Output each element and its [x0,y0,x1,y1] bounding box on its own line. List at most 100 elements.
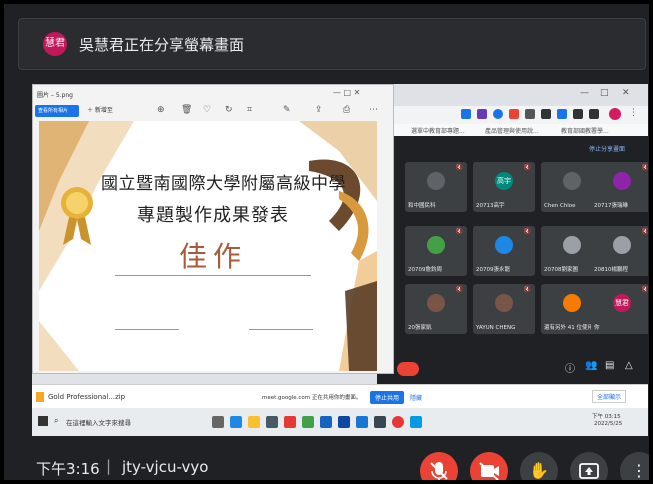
raise-hand-button[interactable]: ✋ [520,452,558,480]
extension-icon[interactable] [557,109,567,119]
profile-avatar[interactable] [609,108,621,120]
mic-muted-icon: 🔇 [523,286,531,293]
participant-name: 20709張永龍 [476,267,510,273]
participant-name: 20708劉家圖 [544,267,578,273]
meet-window: 慧君 吳慧君正在分享螢幕畫面 — □ ✕ ⋮ 選單中教育部專題... 產品管理與… [0,0,653,484]
extension-icon[interactable] [525,109,535,119]
print-icon[interactable]: ⎙ [343,105,350,115]
participant-avatar: 慧君 [613,294,631,312]
viewer-title: 圖片 – 5.png [37,92,73,99]
start-icon[interactable] [38,416,48,426]
present-button[interactable] [570,452,608,480]
download-item[interactable]: Gold Professional...zip [48,393,125,401]
info-icon[interactable]: ⓘ [565,360,575,375]
taskbar-time: 下午 03:15 [592,414,621,420]
extension-icon[interactable] [541,109,551,119]
line-icon[interactable] [302,416,314,428]
file-explorer-icon[interactable] [248,416,260,428]
participant-tile[interactable]: 🔇 20張家凱 [405,284,467,334]
taskbar-search-input[interactable]: 在這裡輸入文字來搜尋 [66,417,131,427]
more-icon[interactable]: ⋯ [369,105,378,115]
participant-tile[interactable]: 🔇 20709張永龍 [473,226,535,276]
app-icon[interactable] [374,416,386,428]
window-close-button[interactable]: ✕ [622,88,630,98]
stop-sharing-button[interactable]: 停止共用 [370,391,405,404]
task-view-icon[interactable] [212,416,224,428]
app-icon[interactable] [410,416,422,428]
present-screen-icon [579,463,599,479]
stop-share-link[interactable]: 停止分享畫面 [589,144,625,153]
add-to-label: 新增至 [94,107,113,114]
mic-muted-icon: 🔇 [642,286,648,293]
camera-off-button[interactable] [470,452,508,480]
more-vert-icon: ⋮ [631,461,647,480]
participant-tile[interactable]: 🔇 20717張瑞琳 [591,162,648,212]
name-line [115,275,311,276]
chrome-icon[interactable] [392,416,404,428]
share-icon[interactable]: ⇪ [315,105,323,115]
viewer-window-controls[interactable]: — □ ✕ [333,88,360,97]
activities-icon[interactable]: △ [625,360,633,371]
chrome-icon[interactable] [284,416,296,428]
participant-tile[interactable]: 🔇 20810楊鵬程 [591,226,648,276]
participant-tile[interactable]: 高宇 🔇 20713高宇 [473,162,535,212]
share-notice-text: meet.google.com 正在共用你的畫面。 [262,395,362,401]
participant-tile[interactable]: 🔇 和中國民科 [405,162,467,212]
app-icon[interactable] [320,416,332,428]
shared-screen: — □ ✕ ⋮ 選單中教育部專題... 產品管理與使用說... 教育部國教署學.… [32,84,648,436]
add-to-button[interactable]: ＋ 新增至 [87,105,113,114]
people-icon[interactable]: 👥 [585,360,597,371]
window-minimize-button[interactable]: — [580,88,589,98]
end-call-icon[interactable] [397,362,419,376]
meta-separator: | [106,457,112,475]
meeting-controls-bar: 下午3:16 | jty-vjcu-vyo ✋ ⋮ [4,444,649,480]
bookmark-item[interactable]: 教育部國教署學... [561,126,609,135]
photos-icon[interactable] [356,416,368,428]
participant-tile[interactable]: 🔇 YAYUN CHENG [473,284,535,334]
extension-icon[interactable] [461,109,471,119]
bookmarks-bar: 選單中教育部專題... 產品管理與使用說... 教育部國教署學... [377,124,648,136]
app-icon[interactable] [338,416,350,428]
show-all-downloads-button[interactable]: 全部顯示 [592,390,627,403]
view-all-photos-button[interactable]: 查看所有相片 [35,105,79,117]
edge-icon[interactable] [230,416,242,428]
store-icon[interactable] [266,416,278,428]
mic-muted-icon: 🔇 [523,164,531,171]
window-maximize-button[interactable]: □ [600,88,609,98]
zoom-icon[interactable]: ⊕ [157,105,165,115]
crop-icon[interactable]: ⌗ [247,105,252,115]
chat-icon[interactable]: ▤ [605,360,614,371]
participant-avatar [427,172,445,190]
extension-icon[interactable] [509,109,519,119]
participant-avatar [427,236,445,254]
mic-off-button[interactable] [420,452,458,480]
participant-tile[interactable]: 慧君 🔇 你 [591,284,648,334]
search-icon: ⌕ [54,416,59,425]
delete-icon[interactable]: 🗑 [181,105,192,115]
extension-icon[interactable] [477,109,487,119]
participant-avatar [427,294,445,312]
hand-icon: ✋ [529,461,549,480]
edit-icon[interactable]: ✎ [283,105,291,115]
hide-button[interactable]: 隱藏 [410,393,422,402]
meet-participant-grid: 停止分享畫面 🔇 和中國民科 高宇 🔇 20713高宇 🔇 Chen Chloe 🔇 20717… [377,136,648,384]
extension-icon[interactable] [493,109,503,119]
mic-off-icon [430,462,448,480]
participant-avatar: 高宇 [495,172,513,190]
participant-avatar [563,236,581,254]
mic-muted-icon: 🔇 [455,286,463,293]
participant-name: 20717張瑞琳 [594,203,628,209]
meeting-time: 下午3:16 [36,460,100,478]
more-icon[interactable]: ⋮ [629,108,638,118]
participant-tile[interactable]: 🔇 20709詹鈞周 [405,226,467,276]
heart-icon[interactable]: ♡ [203,105,211,115]
more-options-button[interactable]: ⋮ [620,452,649,480]
bookmark-item[interactable]: 選單中教育部專題... [411,126,465,135]
bookmark-item[interactable]: 產品管理與使用說... [485,126,539,135]
mic-muted-icon: 🔇 [455,164,463,171]
participant-avatar [613,172,631,190]
participant-name: 20709詹鈞周 [408,267,442,273]
extension-icon[interactable] [573,109,583,119]
extension-icon[interactable] [589,109,599,119]
rotate-icon[interactable]: ↻ [225,105,233,115]
